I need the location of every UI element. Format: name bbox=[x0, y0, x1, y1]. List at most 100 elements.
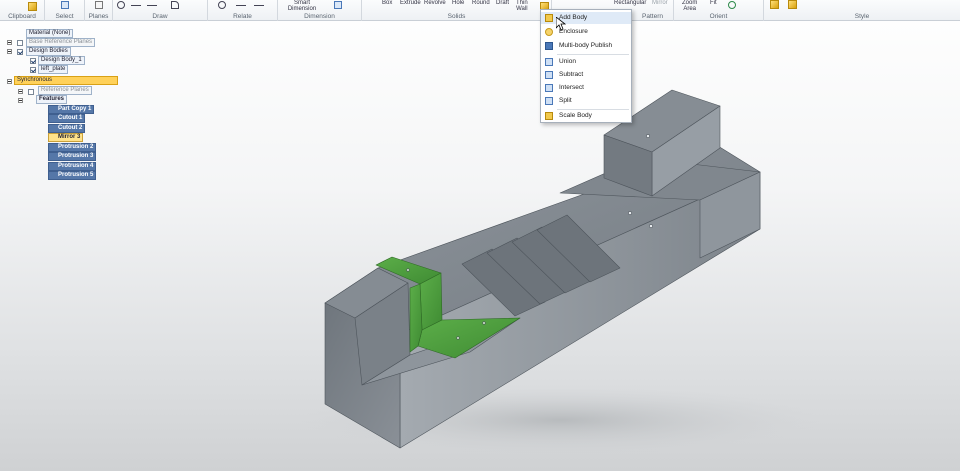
menu-item-label: Scale Body bbox=[559, 112, 592, 119]
tree-item-label: Part Copy 1 bbox=[48, 105, 95, 114]
tree-item-left-plate[interactable]: left_plate bbox=[38, 65, 69, 74]
relate-icon[interactable] bbox=[218, 1, 226, 9]
tree-item-label: Cutout 1 bbox=[48, 114, 86, 123]
tree-item-feature[interactable]: Part Copy 1 bbox=[48, 105, 95, 114]
menu-item-intersect[interactable]: Intersect bbox=[541, 82, 631, 94]
round-button[interactable]: Round bbox=[472, 0, 490, 6]
revolve-button[interactable]: Revolve bbox=[424, 0, 446, 6]
hole-marker bbox=[649, 224, 653, 228]
menu-item-label: Subtract bbox=[559, 71, 584, 78]
ribbon-group-label: Select bbox=[55, 13, 74, 20]
tree-checkbox[interactable] bbox=[17, 49, 23, 55]
tree-item-feature[interactable]: Mirror 3 bbox=[48, 133, 84, 142]
draft-button[interactable]: Draft bbox=[496, 0, 509, 6]
ribbon-group-label: Solids bbox=[447, 13, 466, 20]
tree-item-label: Protrusion 3 bbox=[48, 152, 97, 161]
smart-dimension-button[interactable]: Smart Dimension bbox=[282, 0, 322, 12]
parallel-relate-icon[interactable] bbox=[254, 5, 264, 6]
tree-item-feature[interactable]: Protrusion 4 bbox=[48, 162, 97, 171]
rectangular-pattern-button[interactable]: Rectangular bbox=[614, 0, 646, 6]
tree-item-feature[interactable]: Cutout 1 bbox=[48, 114, 86, 123]
ribbon-group-label: Clipboard bbox=[8, 13, 36, 20]
tree-item-label: left_plate bbox=[38, 65, 69, 74]
tree-item-reference-planes[interactable]: Reference Planes bbox=[38, 86, 92, 95]
box-button[interactable]: Box bbox=[382, 0, 392, 6]
ribbon-group-label: Dimension bbox=[304, 13, 335, 20]
thin-wall-button[interactable]: Thin Wall bbox=[516, 0, 528, 12]
ribbon-group-select: Select bbox=[45, 0, 85, 21]
tree-item-label: Base Reference Planes bbox=[26, 38, 96, 47]
expand-toggle-icon[interactable] bbox=[18, 89, 23, 94]
horizontal-relate-icon[interactable] bbox=[236, 5, 246, 6]
menu-item-enclosure[interactable]: Enclosure bbox=[541, 26, 631, 38]
menu-separator bbox=[557, 54, 629, 55]
mirror-button[interactable]: Mirror bbox=[652, 0, 668, 6]
tree-checkbox[interactable] bbox=[28, 89, 34, 95]
part-painter-icon[interactable] bbox=[788, 0, 797, 9]
tree-checkbox[interactable] bbox=[30, 67, 36, 73]
tree-item-synchronous[interactable]: Synchronous bbox=[14, 76, 118, 85]
tree-checkbox[interactable] bbox=[30, 58, 36, 64]
hole-marker bbox=[646, 134, 650, 138]
expand-toggle-icon[interactable] bbox=[18, 98, 23, 103]
expand-toggle-icon[interactable] bbox=[7, 79, 12, 84]
paste-icon[interactable] bbox=[28, 2, 37, 11]
add-body-menu: Add Body Enclosure Multi-body Publish Un… bbox=[540, 9, 632, 123]
tree-item-design-bodies[interactable]: Design Bodies bbox=[26, 47, 71, 56]
fit-button[interactable]: Fit bbox=[710, 0, 717, 6]
tree-item-label: Design Bodies bbox=[26, 47, 71, 56]
mouse-cursor-icon bbox=[556, 17, 566, 31]
pathfinder-tree: Material (None) Base Reference Planes De… bbox=[0, 21, 130, 186]
ribbon-group-label: Draw bbox=[152, 13, 168, 20]
model-viewport[interactable] bbox=[0, 0, 960, 471]
tree-item-feature[interactable]: Protrusion 2 bbox=[48, 143, 97, 152]
tree-item-base-reference-planes[interactable]: Base Reference Planes bbox=[26, 38, 96, 47]
dimension-icon[interactable] bbox=[334, 1, 342, 9]
zoom-area-button[interactable]: Zoom Area bbox=[682, 0, 697, 12]
view-orient-icon[interactable] bbox=[728, 1, 736, 9]
tree-item-label: Cutout 2 bbox=[48, 124, 86, 133]
ribbon-group-label: Style bbox=[854, 13, 870, 20]
menu-item-label: Union bbox=[559, 58, 576, 65]
expand-toggle-icon[interactable] bbox=[7, 40, 12, 45]
menu-item-split[interactable]: Split bbox=[541, 95, 631, 107]
menu-item-label: Split bbox=[559, 97, 572, 104]
tree-item-feature[interactable]: Protrusion 5 bbox=[48, 171, 97, 180]
tree-item-label: Protrusion 4 bbox=[48, 162, 97, 171]
menu-item-subtract[interactable]: Subtract bbox=[541, 69, 631, 81]
tree-item-label: Material (None) bbox=[26, 29, 74, 38]
intersect-icon bbox=[545, 84, 553, 92]
line-icon[interactable] bbox=[131, 5, 141, 6]
ribbon: Clipboard Select Planes Draw Relate Smar… bbox=[0, 0, 960, 21]
tree-item-material[interactable]: Material (None) bbox=[26, 29, 74, 38]
split-icon bbox=[545, 97, 553, 105]
tree-item-label: Synchronous bbox=[14, 76, 118, 85]
enclosure-icon bbox=[545, 28, 553, 36]
circle-icon[interactable] bbox=[117, 1, 125, 9]
select-icon[interactable] bbox=[61, 1, 69, 9]
ribbon-group-clipboard: Clipboard bbox=[0, 0, 45, 21]
tree-item-feature[interactable]: Protrusion 3 bbox=[48, 152, 97, 161]
menu-item-multi-body-publish[interactable]: Multi-body Publish bbox=[541, 40, 631, 52]
tree-item-features[interactable]: Features bbox=[36, 95, 68, 104]
tree-item-label: Protrusion 2 bbox=[48, 143, 97, 152]
plane-icon[interactable] bbox=[95, 1, 103, 9]
ribbon-group-solids: Box Extrude Revolve Hole Round Draft Thi… bbox=[362, 0, 552, 21]
fillet-icon[interactable] bbox=[171, 1, 179, 9]
hole-marker bbox=[628, 211, 632, 215]
menu-item-scale-body[interactable]: Scale Body bbox=[541, 110, 631, 122]
extrude-button[interactable]: Extrude bbox=[400, 0, 421, 6]
style-icon[interactable] bbox=[770, 0, 779, 9]
arc-icon[interactable] bbox=[147, 5, 157, 6]
tree-checkbox[interactable] bbox=[17, 40, 23, 46]
ribbon-group-draw: Draw bbox=[113, 0, 208, 21]
tree-item-label: Protrusion 5 bbox=[48, 171, 97, 180]
tree-item-design-body-1[interactable]: Design Body_1 bbox=[38, 56, 85, 65]
tree-item-label: Features bbox=[36, 95, 68, 104]
hole-marker bbox=[482, 321, 486, 325]
menu-item-add-body[interactable]: Add Body bbox=[541, 12, 631, 24]
expand-toggle-icon[interactable] bbox=[7, 49, 12, 54]
tree-item-feature[interactable]: Cutout 2 bbox=[48, 124, 86, 133]
menu-item-union[interactable]: Union bbox=[541, 56, 631, 68]
hole-button[interactable]: Hole bbox=[452, 0, 464, 6]
